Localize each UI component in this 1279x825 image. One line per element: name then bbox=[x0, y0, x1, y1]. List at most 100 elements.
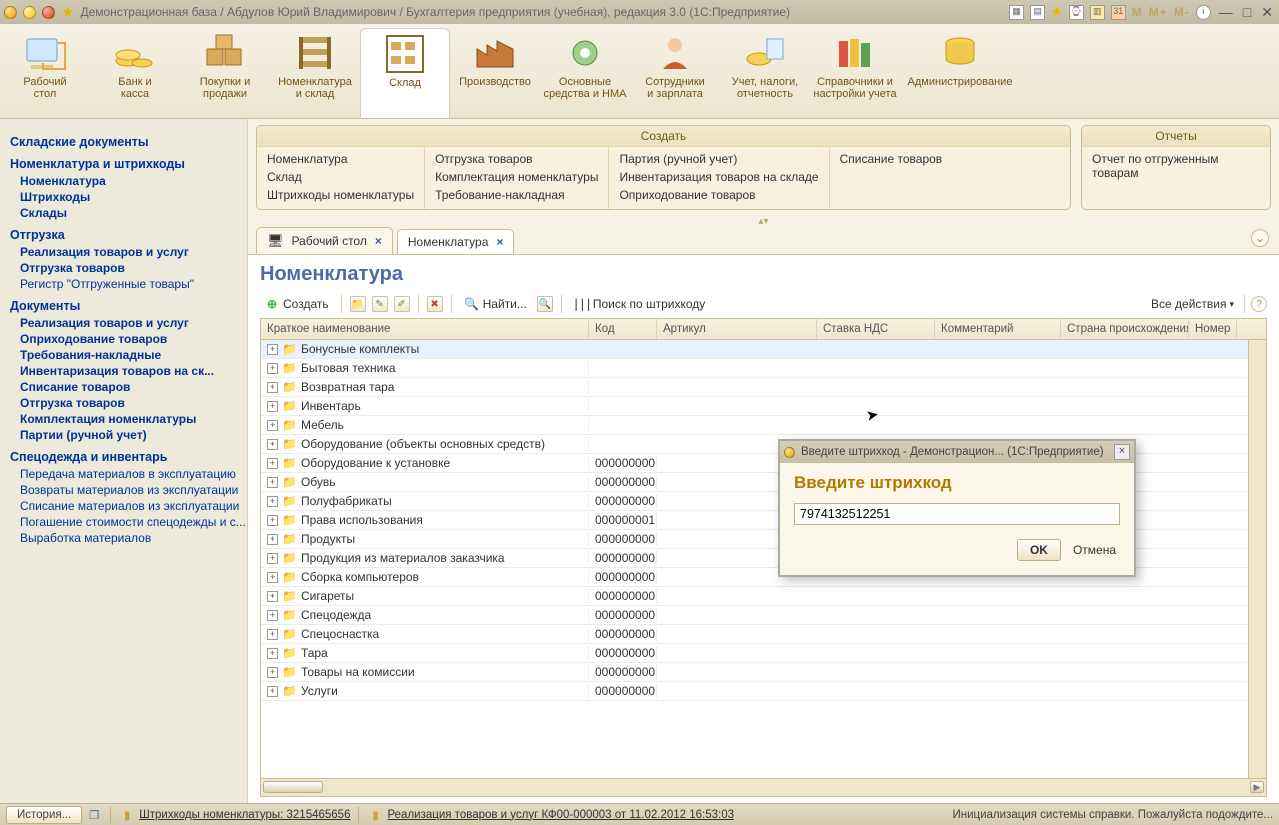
create-button[interactable]: ⊕ Создать bbox=[260, 294, 333, 314]
col-name[interactable]: Краткое наименование bbox=[261, 319, 589, 339]
panel-link[interactable]: Оприходование товаров bbox=[619, 186, 818, 204]
section-bank[interactable]: Банк и касса bbox=[90, 28, 180, 118]
table-row[interactable]: +📁Спецоснастка000000000... bbox=[261, 625, 1266, 644]
horizontal-scrollbar[interactable]: ▶ bbox=[261, 778, 1266, 796]
panel-link[interactable]: Инвентаризация товаров на складе bbox=[619, 168, 818, 186]
vertical-scrollbar[interactable] bbox=[1248, 340, 1266, 778]
table-row[interactable]: +📁Спецодежда000000000... bbox=[261, 606, 1266, 625]
close-button[interactable]: ✕ bbox=[1259, 4, 1275, 21]
calendar-icon[interactable]: 31 bbox=[1111, 5, 1126, 20]
nav-link[interactable]: Отгрузка товаров bbox=[20, 396, 247, 410]
expand-icon[interactable]: + bbox=[267, 686, 278, 697]
nav-link[interactable]: Инвентаризация товаров на ск... bbox=[20, 364, 247, 378]
memory-mplus[interactable]: M+ bbox=[1149, 5, 1168, 19]
nav-link[interactable]: Склады bbox=[20, 206, 247, 220]
panel-link[interactable]: Склад bbox=[267, 168, 414, 186]
tab-nomenclature[interactable]: Номенклатура × bbox=[397, 229, 515, 254]
expand-icon[interactable]: ⌄ bbox=[1251, 229, 1269, 247]
section-refs[interactable]: Справочники и настройки учета bbox=[810, 28, 900, 118]
section-warehouse[interactable]: Склад bbox=[360, 28, 450, 118]
section-sales[interactable]: Покупки и продажи bbox=[180, 28, 270, 118]
expand-icon[interactable]: + bbox=[267, 667, 278, 678]
nav-link[interactable]: Штрихкоды bbox=[20, 190, 247, 204]
nav-link[interactable]: Требования-накладные bbox=[20, 348, 247, 362]
expand-icon[interactable]: + bbox=[267, 363, 278, 374]
table-row[interactable]: +📁Мебель bbox=[261, 416, 1266, 435]
table-row[interactable]: +📁Тара000000000... bbox=[261, 644, 1266, 663]
cancel-button[interactable]: Отмена bbox=[1069, 540, 1120, 560]
nav-link[interactable]: Передача материалов в эксплуатацию bbox=[20, 467, 247, 481]
new-folder-icon[interactable]: 📁 bbox=[350, 296, 366, 312]
toolbar-icon[interactable]: ⌚ bbox=[1069, 5, 1084, 20]
nav-link[interactable]: Партии (ручной учет) bbox=[20, 428, 247, 442]
col-art[interactable]: Артикул bbox=[657, 319, 817, 339]
table-row[interactable]: +📁Инвентарь bbox=[261, 397, 1266, 416]
close-button[interactable]: × bbox=[1114, 444, 1130, 460]
panel-link[interactable]: Комплектация номенклатуры bbox=[435, 168, 598, 186]
expand-icon[interactable]: + bbox=[267, 515, 278, 526]
ok-button[interactable]: OK bbox=[1017, 539, 1061, 561]
section-production[interactable]: Производство bbox=[450, 28, 540, 118]
expand-icon[interactable]: + bbox=[267, 458, 278, 469]
panel-link[interactable]: Штрихкоды номенклатуры bbox=[267, 186, 414, 204]
info-icon[interactable]: i bbox=[1196, 5, 1211, 20]
status-link[interactable]: Реализация товаров и услуг КФ00-000003 о… bbox=[387, 809, 734, 821]
col-comment[interactable]: Комментарий bbox=[935, 319, 1061, 339]
panel-link[interactable]: Списание товаров bbox=[840, 150, 943, 168]
circle-icon[interactable] bbox=[23, 6, 36, 19]
clear-filter-icon[interactable]: 🔍 bbox=[537, 296, 553, 312]
copy-icon[interactable]: ✎ bbox=[372, 296, 388, 312]
scrollbar-thumb[interactable] bbox=[263, 781, 323, 793]
expand-icon[interactable]: + bbox=[267, 420, 278, 431]
barcode-input[interactable] bbox=[794, 503, 1120, 525]
table-row[interactable]: +📁Бытовая техника bbox=[261, 359, 1266, 378]
toolbar-icon[interactable]: ▤ bbox=[1030, 5, 1045, 20]
expand-icon[interactable]: + bbox=[267, 344, 278, 355]
panel-link[interactable]: Отгрузка товаров bbox=[435, 150, 598, 168]
nav-link[interactable]: Списание товаров bbox=[20, 380, 247, 394]
table-row[interactable]: +📁Услуги000000000... bbox=[261, 682, 1266, 701]
calc-icon[interactable]: ▥ bbox=[1090, 5, 1105, 20]
panel-link[interactable]: Требование-накладная bbox=[435, 186, 598, 204]
favorite-icon[interactable]: ★ bbox=[1051, 4, 1063, 20]
scroll-right-icon[interactable]: ▶ bbox=[1250, 781, 1264, 793]
section-nomen[interactable]: Номенклатура и склад bbox=[270, 28, 360, 118]
memory-mminus[interactable]: M- bbox=[1174, 5, 1190, 19]
nav-link[interactable]: Отгрузка товаров bbox=[20, 261, 247, 275]
find-button[interactable]: 🔍 Найти... bbox=[460, 294, 531, 314]
section-assets[interactable]: Основные средства и НМА bbox=[540, 28, 630, 118]
table-row[interactable]: +📁Товары на комиссии000000000... bbox=[261, 663, 1266, 682]
nav-link[interactable]: Списание материалов из эксплуатации bbox=[20, 499, 247, 513]
expand-icon[interactable]: + bbox=[267, 439, 278, 450]
nav-group-title[interactable]: Отгрузка bbox=[10, 228, 247, 242]
section-staff[interactable]: Сотрудники и зарплата bbox=[630, 28, 720, 118]
help-icon[interactable]: ? bbox=[1251, 296, 1267, 312]
minimize-button[interactable]: — bbox=[1217, 4, 1235, 20]
nav-group-title[interactable]: Номенклатура и штрихкоды bbox=[10, 157, 247, 171]
expand-icon[interactable]: + bbox=[267, 610, 278, 621]
expand-icon[interactable]: + bbox=[267, 496, 278, 507]
nav-link[interactable]: Реализация товаров и услуг bbox=[20, 316, 247, 330]
edit-icon[interactable]: ✐ bbox=[394, 296, 410, 312]
tab-desktop[interactable]: 🖥 Рабочий стол × bbox=[256, 227, 393, 254]
table-row[interactable]: +📁Сигареты000000000... bbox=[261, 587, 1266, 606]
expand-icon[interactable]: + bbox=[267, 477, 278, 488]
barcode-search-button[interactable]: ||| Поиск по штрихкоду bbox=[570, 294, 709, 314]
nav-link[interactable]: Номенклатура bbox=[20, 174, 247, 188]
nav-link[interactable]: Реализация товаров и услуг bbox=[20, 245, 247, 259]
maximize-button[interactable]: □ bbox=[1241, 4, 1253, 20]
table-row[interactable]: +📁Возвратная тара bbox=[261, 378, 1266, 397]
nav-link[interactable]: Оприходование товаров bbox=[20, 332, 247, 346]
expand-icon[interactable]: + bbox=[267, 534, 278, 545]
col-vat[interactable]: Ставка НДС bbox=[817, 319, 935, 339]
section-tax[interactable]: Учет, налоги, отчетность bbox=[720, 28, 810, 118]
nav-link[interactable]: Регистр "Отгруженные товары" bbox=[20, 277, 247, 291]
table-row[interactable]: +📁Бонусные комплекты bbox=[261, 340, 1266, 359]
nav-link[interactable]: Возвраты материалов из эксплуатации bbox=[20, 483, 247, 497]
nav-link[interactable]: Комплектация номенклатуры bbox=[20, 412, 247, 426]
section-desktop[interactable]: Рабочий стол bbox=[0, 28, 90, 118]
col-code[interactable]: Код bbox=[589, 319, 657, 339]
expand-icon[interactable]: + bbox=[267, 629, 278, 640]
toolbar-icon[interactable]: ▦ bbox=[1009, 5, 1024, 20]
memory-m[interactable]: M bbox=[1132, 5, 1143, 19]
